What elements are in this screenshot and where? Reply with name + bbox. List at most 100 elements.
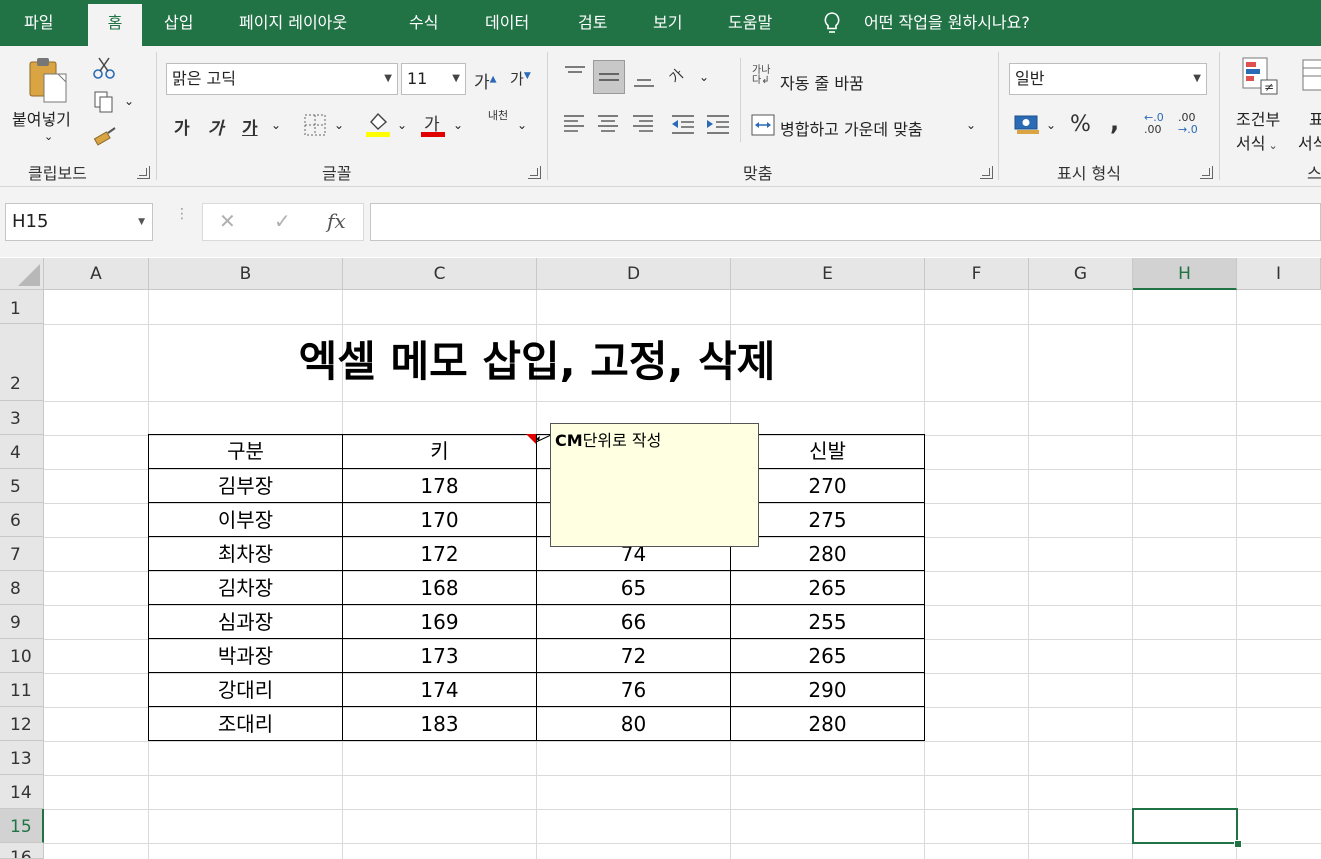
table-cell[interactable]: 172 (343, 537, 536, 570)
table-cell[interactable]: 183 (343, 707, 536, 740)
tab-help[interactable]: 도움말 (728, 0, 772, 46)
alignment-dialog-launcher[interactable] (980, 166, 993, 179)
row-header-10[interactable]: 10 (0, 639, 44, 673)
table-cell[interactable]: 80 (537, 707, 730, 740)
font-size-combo[interactable]: 11 ▼ (401, 63, 466, 95)
phonetic-dropdown-chevron[interactable]: ⌄ (517, 118, 527, 132)
table-cell[interactable]: 178 (343, 469, 536, 502)
row-header-15[interactable]: 15 (0, 809, 44, 843)
row-header-5[interactable]: 5 (0, 469, 44, 503)
table-cell[interactable]: 173 (343, 639, 536, 672)
table-cell[interactable]: 65 (537, 571, 730, 604)
table-cell[interactable]: 이부장 (149, 503, 342, 536)
italic-button[interactable]: 가 (208, 114, 224, 139)
comma-style-button[interactable]: , (1110, 108, 1119, 136)
table-cell[interactable]: 76 (537, 673, 730, 706)
table-cell[interactable]: 169 (343, 605, 536, 638)
column-header-c[interactable]: C (343, 258, 537, 290)
table-cell[interactable]: 270 (731, 469, 924, 502)
table-cell[interactable]: 255 (731, 605, 924, 638)
number-dialog-launcher[interactable] (1200, 166, 1213, 179)
bold-button[interactable]: 가 (174, 114, 190, 139)
table-cell[interactable]: 275 (731, 503, 924, 536)
underline-dropdown-chevron[interactable]: ⌄ (271, 118, 281, 132)
fill-color-dropdown-chevron[interactable]: ⌄ (397, 118, 407, 132)
row-header-12[interactable]: 12 (0, 707, 44, 741)
conditional-formatting-button[interactable]: 조건부 (1236, 106, 1280, 130)
tab-review[interactable]: 검토 (578, 0, 607, 46)
row-header-14[interactable]: 14 (0, 775, 44, 809)
table-cell[interactable]: 최차장 (149, 537, 342, 570)
copy-icon[interactable] (92, 90, 116, 114)
name-box[interactable]: H15 ▼ (5, 203, 153, 241)
cut-icon[interactable] (92, 56, 116, 80)
font-name-combo[interactable]: 맑은 고딕 ▼ (166, 63, 398, 95)
table-cell[interactable]: 280 (731, 707, 924, 740)
table-header-cell[interactable]: 신발 (731, 435, 924, 468)
table-header-cell[interactable]: 구분 (149, 435, 342, 468)
merge-dropdown-chevron[interactable]: ⌄ (966, 118, 976, 132)
table-cell[interactable]: 72 (537, 639, 730, 672)
row-header-8[interactable]: 8 (0, 571, 44, 605)
align-right-icon[interactable] (631, 112, 655, 136)
orientation-button[interactable]: 가 (665, 64, 688, 87)
row-header-2[interactable]: 2 (0, 324, 44, 401)
insert-function-icon[interactable]: fx (327, 209, 346, 233)
borders-dropdown-chevron[interactable]: ⌄ (334, 118, 344, 132)
number-format-combo[interactable]: 일반 ▼ (1009, 63, 1207, 95)
borders-icon[interactable] (303, 113, 327, 137)
row-header-1[interactable]: 1 (0, 290, 44, 324)
table-cell[interactable]: 조대리 (149, 707, 342, 740)
table-cell[interactable]: 280 (731, 537, 924, 570)
percent-style-button[interactable]: % (1070, 112, 1091, 137)
table-cell[interactable]: 170 (343, 503, 536, 536)
fill-handle[interactable] (1234, 840, 1242, 848)
format-as-table-button[interactable]: 표 (1309, 106, 1321, 130)
font-color-dropdown-chevron[interactable]: ⌄ (453, 118, 463, 132)
tab-formulas[interactable]: 수식 (409, 0, 438, 46)
align-bottom-icon[interactable] (631, 64, 657, 90)
wrap-text-button[interactable]: 자동 줄 바꿈 (780, 70, 864, 94)
column-header-g[interactable]: G (1029, 258, 1133, 290)
table-cell[interactable]: 강대리 (149, 673, 342, 706)
format-painter-icon[interactable] (92, 124, 118, 150)
tell-me-search[interactable]: 어떤 작업을 원하시나요? (864, 0, 1030, 46)
paste-dropdown-chevron[interactable]: ⌄ (44, 130, 53, 143)
column-header-b[interactable]: B (149, 258, 343, 290)
table-cell[interactable]: 265 (731, 571, 924, 604)
align-center-icon[interactable] (596, 112, 620, 136)
table-cell[interactable]: 박과장 (149, 639, 342, 672)
table-cell[interactable]: 265 (731, 639, 924, 672)
accounting-dropdown-chevron[interactable]: ⌄ (1046, 118, 1056, 132)
enter-icon[interactable]: ✓ (274, 209, 291, 233)
shrink-font-button[interactable]: 가▼ (510, 68, 531, 89)
table-cell[interactable]: 168 (343, 571, 536, 604)
row-header-13[interactable]: 13 (0, 741, 44, 775)
grow-font-button[interactable]: 가▲ (474, 68, 497, 93)
accounting-format-icon[interactable] (1013, 112, 1041, 136)
increase-indent-icon[interactable] (705, 112, 731, 136)
row-header-16[interactable]: 16 (0, 843, 44, 859)
formula-input[interactable] (370, 203, 1321, 241)
align-left-icon[interactable] (562, 112, 586, 136)
phonetic-guide-button[interactable]: 내천 (486, 110, 510, 122)
column-header-e[interactable]: E (731, 258, 925, 290)
table-header-cell[interactable]: 키 (343, 435, 536, 468)
decrease-decimal-button[interactable]: .00 →.0 (1178, 112, 1208, 136)
fill-color-icon[interactable] (366, 110, 392, 138)
underline-button[interactable]: 가 (242, 114, 258, 139)
table-cell[interactable]: 66 (537, 605, 730, 638)
comment-box[interactable]: CM단위로 작성 (550, 423, 759, 547)
row-header-6[interactable]: 6 (0, 503, 44, 537)
merge-center-button[interactable]: 병합하고 가운데 맞춤 (780, 116, 923, 140)
tab-file[interactable]: 파일 (24, 0, 53, 46)
tab-page-layout[interactable]: 페이지 레이아웃 (239, 0, 347, 46)
active-cell-h15[interactable] (1132, 808, 1238, 844)
font-dialog-launcher[interactable] (528, 166, 541, 179)
row-header-4[interactable]: 4 (0, 435, 44, 469)
align-middle-button[interactable] (593, 60, 625, 94)
tab-insert[interactable]: 삽입 (164, 0, 193, 46)
column-header-a[interactable]: A (44, 258, 149, 290)
paste-button[interactable]: 붙여넣기 (12, 106, 71, 130)
decrease-indent-icon[interactable] (670, 112, 696, 136)
